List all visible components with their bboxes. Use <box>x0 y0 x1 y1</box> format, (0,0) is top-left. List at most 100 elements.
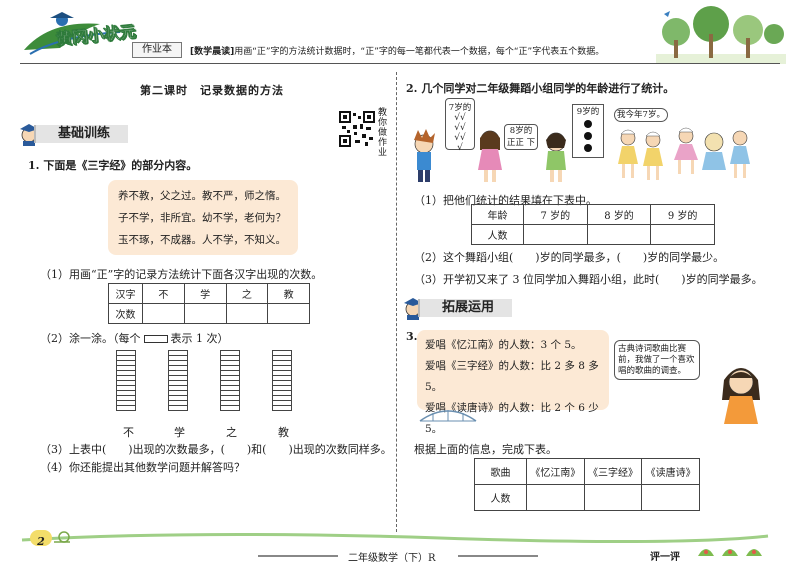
q2-sub3: （3）开学初又来了 3 位同学加入舞蹈小组，此时( )岁的同学最多。 <box>414 273 763 286</box>
bar-cell[interactable] <box>272 405 292 411</box>
q1-sub4: （4）你还能提出其他数学问题并解答吗？ <box>40 461 245 474</box>
q1-prompt: 1. 下面是《三字经》的部分内容。 <box>28 159 198 172</box>
section-basic: 基础训练 <box>18 122 138 146</box>
bar-label: 教 <box>278 426 289 439</box>
q3-number: 3. <box>406 330 418 343</box>
q2-prompt: 2. 几个同学对二年级舞蹈小组同学的年龄进行了统计。 <box>406 82 675 95</box>
answer-cell[interactable] <box>583 484 643 511</box>
q3-instruction: 根据上面的信息，完成下表。 <box>414 443 557 456</box>
bar-label: 不 <box>123 426 134 439</box>
qr-caption: 教你做作业 <box>378 108 388 158</box>
q3-line: 爱唱《忆江南》的人数：3 个 5。 <box>425 339 582 351</box>
answer-cell[interactable] <box>142 303 185 324</box>
section-extend: 拓展运用 <box>402 296 522 320</box>
poem-line: 子不学，非所宜。幼不学，老何为？ <box>118 212 286 224</box>
table-header: 不 <box>142 283 185 304</box>
bubble-9-label: 9岁的 <box>576 107 600 117</box>
snail-icon <box>54 531 70 543</box>
table-header: 歌曲 <box>474 458 527 485</box>
q3-table: 歌曲 《忆江南》 《三字经》 《读唐诗》 人数 <box>474 458 700 511</box>
flower-icon[interactable] <box>720 544 740 558</box>
answer-cell[interactable] <box>650 224 715 245</box>
answer-cell[interactable] <box>523 224 588 245</box>
q3-info-box: 爱唱《忆江南》的人数：3 个 5。 爱唱《三字经》的人数：比 2 多 8 多 5… <box>417 330 609 435</box>
table-header: 之 <box>225 283 269 304</box>
table-row-label: 人数 <box>471 224 524 245</box>
trees-illustration <box>656 6 786 64</box>
bar-cell[interactable] <box>116 405 136 411</box>
table-header: 《忆江南》 <box>526 458 585 485</box>
reading-note: [数学晨读]用画“正”字的方法统计数据时，“正”字的每一笔都代表一个数据，每个“… <box>190 44 604 57</box>
table-header: 教 <box>267 283 310 304</box>
q2-table: 年龄 7 岁的 8 岁的 9 岁的 人数 <box>471 204 715 245</box>
q1-sub2-a: （2）涂一涂。（每个 <box>40 332 141 345</box>
table-header: 汉字 <box>108 283 143 304</box>
bar-cell[interactable] <box>168 405 188 411</box>
answer-cell[interactable] <box>586 224 652 245</box>
answer-cell[interactable] <box>267 303 310 324</box>
bar-cell[interactable] <box>220 405 240 411</box>
q3-line: 爱唱《三字经》的人数：比 2 多 8 多 5。 <box>425 360 599 393</box>
review-stamps <box>696 544 768 560</box>
q1-sub2-b: 表示 1 次） <box>170 332 229 345</box>
footer-swoosh <box>21 532 769 544</box>
reading-tag: [数学晨读] <box>190 47 235 57</box>
bridge-icon <box>419 410 477 422</box>
bar-column-1[interactable] <box>116 350 136 411</box>
flower-icon[interactable] <box>696 544 716 558</box>
section-extend-label: 拓展运用 <box>418 299 513 317</box>
footer-rule-right <box>458 555 538 557</box>
bar-column-3[interactable] <box>220 350 240 411</box>
table-header: 7 岁的 <box>523 204 588 225</box>
answer-cell[interactable] <box>183 303 227 324</box>
table-row: 次数 <box>108 303 310 324</box>
header-rule <box>20 63 780 64</box>
lesson-title: 第二课时 记录数据的方法 <box>140 84 284 97</box>
table-header: 《读唐诗》 <box>641 458 700 485</box>
notebook-badge: 作业本 <box>132 42 182 58</box>
table-header: 年龄 <box>471 204 524 225</box>
poem-box: 养不教，父之过。教不严，师之惰。 子不学，非所宜。幼不学，老何为？ 玉不琢，不成… <box>108 180 298 255</box>
bar-column-2[interactable] <box>168 350 188 411</box>
answer-cell[interactable] <box>641 484 700 511</box>
kids-illustration <box>414 127 750 182</box>
table-header: 9 岁的 <box>650 204 715 225</box>
answer-cell[interactable] <box>225 303 269 324</box>
page-number: 2 <box>37 535 45 548</box>
footer-review: 评一评 <box>650 552 680 563</box>
q1-sub2: （2）涂一涂。（每个 表示 1 次） <box>40 330 229 346</box>
reading-text: 用画“正”字的方法统计数据时，“正”字的每一笔都代表一个数据，每个“正”字代表五… <box>234 47 605 57</box>
bar-column-4[interactable] <box>272 350 292 411</box>
table-row: 人数 <box>474 484 700 511</box>
girl-illustration <box>722 368 760 424</box>
footer-book: 二年级数学（下）R <box>348 553 436 564</box>
legend-cell-icon <box>143 335 168 343</box>
column-divider <box>396 72 397 532</box>
q3-speech-bubble: 古典诗词歌曲比赛前，我做了一个喜欢唱的歌曲的调查。 <box>614 340 700 380</box>
table-row-label: 次数 <box>108 303 143 324</box>
table-row: 汉字 不 学 之 教 <box>108 283 310 304</box>
table-row: 年龄 7 岁的 8 岁的 9 岁的 <box>471 204 715 225</box>
flower-icon[interactable] <box>744 544 764 558</box>
table-row: 歌曲 《忆江南》 《三字经》 《读唐诗》 <box>474 458 700 485</box>
page-number-badge: 2 <box>30 530 52 548</box>
q1-sub1: （1）用画“正”字的记录方法统计下面各汉字出现的次数。 <box>40 268 323 281</box>
poem-line: 养不教，父之过。教不严，师之惰。 <box>118 190 286 202</box>
table-header: 《三字经》 <box>583 458 643 485</box>
footer-rule-left <box>258 555 338 557</box>
header: 黄冈小状元 作业本 [数学晨读]用画“正”字的方法统计数据时，“正”字的每一笔都… <box>0 0 790 66</box>
bar-label: 之 <box>226 426 237 439</box>
q1-table: 汉字 不 学 之 教 次数 <box>108 283 310 324</box>
table-header: 8 岁的 <box>586 204 652 225</box>
qr-code-icon[interactable] <box>338 110 376 148</box>
poem-line: 玉不琢，不成器。人不学，不知义。 <box>118 234 286 246</box>
answer-cell[interactable] <box>526 484 585 511</box>
q2-sub2: （2）这个舞蹈小组( )岁的同学最多，( )岁的同学最少。 <box>414 251 725 264</box>
bar-label: 学 <box>174 426 185 439</box>
bubble-7-label: 7岁的 <box>448 103 472 113</box>
table-row-label: 人数 <box>474 484 527 511</box>
table-header: 学 <box>183 283 227 304</box>
table-row: 人数 <box>471 224 715 245</box>
q1-sub3: （3）上表中( )出现的次数最多，( )和( )出现的次数同样多。 <box>40 443 392 456</box>
section-basic-label: 基础训练 <box>34 125 129 143</box>
